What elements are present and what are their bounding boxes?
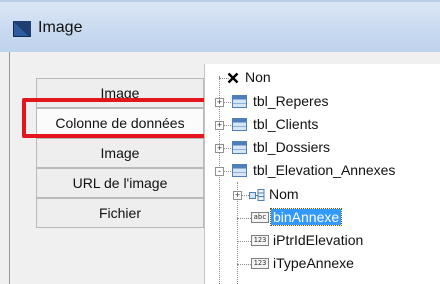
tree-item-non[interactable]: Non (205, 68, 440, 88)
title-bar: Image (0, 0, 440, 52)
expand-icon[interactable]: + (215, 121, 224, 130)
data-tree[interactable]: Non + tbl_Reperes + tbl_Clients + tbl_Do… (204, 64, 440, 284)
tree-item-iptridelevation[interactable]: 123 iPtrIdElevation (205, 231, 440, 251)
tab-fichier[interactable]: Fichier (36, 198, 204, 228)
field-123-icon: 123 (251, 258, 269, 269)
expand-icon[interactable]: + (215, 144, 224, 153)
tree-item-label: iTypeAnnexe (273, 255, 354, 271)
table-icon (232, 95, 247, 108)
expand-icon[interactable]: + (233, 191, 242, 200)
tree-item-label: tbl_Clients (253, 116, 319, 132)
tree-item-tbl-reperes[interactable]: + tbl_Reperes (205, 92, 440, 112)
tree-item-label: iPtrIdElevation (273, 232, 364, 248)
table-icon (232, 141, 247, 154)
window-title: Image (38, 19, 83, 36)
field-abc-icon: abc (251, 212, 269, 223)
tree-item-tbl-clients[interactable]: + tbl_Clients (205, 115, 440, 135)
tree-item-tbl-elevation-annexes[interactable]: - tbl_Elevation_Annexes (205, 161, 440, 181)
image-app-icon (13, 21, 31, 37)
tab-url-image[interactable]: URL de l'image (36, 168, 204, 198)
tree-item-nom[interactable]: + Nom (205, 185, 440, 205)
field-123-icon: 123 (251, 235, 269, 246)
tree-item-label: binAnnexe (269, 208, 343, 226)
tree-item-label: tbl_Reperes (253, 93, 329, 109)
key-field-icon (249, 189, 265, 201)
tree-item-label: Nom (269, 186, 299, 202)
collapse-icon[interactable]: - (215, 167, 224, 176)
dialog-body: Image Colonne de données Image URL de l'… (0, 52, 440, 284)
tree-item-tbl-dossiers[interactable]: + tbl_Dossiers (205, 138, 440, 158)
tree-item-label: Non (245, 69, 271, 85)
tree-item-label: tbl_Dossiers (253, 139, 331, 155)
highlight-box (22, 98, 214, 138)
tab-image-2[interactable]: Image (36, 138, 204, 168)
tree-item-binannexe[interactable]: abc binAnnexe (205, 208, 440, 228)
x-icon (227, 72, 239, 84)
tree-item-itypeannexe[interactable]: 123 iTypeAnnexe (205, 254, 440, 274)
image-dialog: Image Image Colonne de données Image URL… (0, 0, 440, 284)
table-icon (232, 118, 247, 131)
table-icon (232, 164, 247, 177)
tree-item-label: tbl_Elevation_Annexes (253, 162, 396, 178)
expand-icon[interactable]: + (215, 98, 224, 107)
frame-border (9, 52, 10, 284)
